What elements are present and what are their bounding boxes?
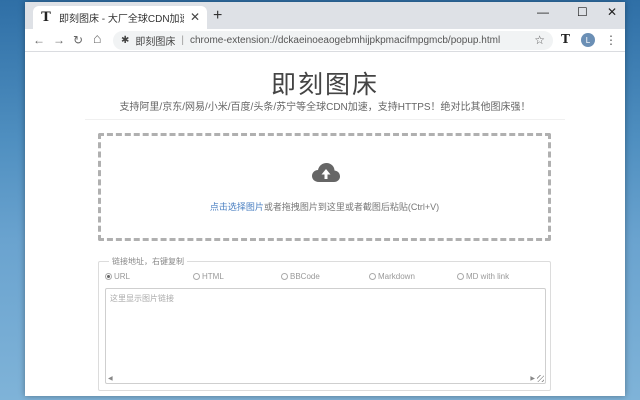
format-radio-bbcode[interactable]: BBCode (281, 272, 320, 281)
links-fieldset: 链接地址，右键复制 URL HTML BBCode Markdown MD wi… (98, 256, 551, 391)
browser-toolbar: ← → ↻ ⌂ ✱ 即刻图床 | chrome-extension://dcka… (25, 29, 625, 52)
address-separator: | (181, 35, 184, 46)
forward-button[interactable]: → (53, 32, 65, 48)
resize-handle-icon[interactable] (537, 375, 544, 382)
upload-hint: 点击选择图片或者拖拽图片到这里或者截图后粘贴(Ctrl+V) (101, 200, 548, 213)
cloud-upload-icon (312, 163, 340, 182)
upload-dropzone[interactable]: 点击选择图片或者拖拽图片到这里或者截图后粘贴(Ctrl+V) (98, 133, 551, 241)
bookmark-star-icon[interactable]: ☆ (534, 33, 545, 47)
back-button[interactable]: ← (33, 32, 45, 48)
tab-close-icon[interactable]: ✕ (190, 10, 200, 24)
browser-window: T 即刻图床 - 大厂全球CDN加速,支 ✕ + — ☐ ✕ ← → ↻ ⌂ ✱… (25, 2, 625, 396)
minimize-button[interactable]: — (537, 5, 549, 19)
page-title: 即刻图床 (270, 71, 379, 99)
select-image-link[interactable]: 点击选择图片 (210, 202, 264, 212)
scroll-left-arrow-icon[interactable]: ◀ (108, 375, 113, 382)
reload-button[interactable]: ↻ (73, 32, 83, 48)
format-radio-label: HTML (202, 272, 224, 281)
title-bar: T 即刻图床 - 大厂全球CDN加速,支 ✕ + — ☐ ✕ (25, 2, 625, 29)
radio-dot[interactable] (369, 273, 376, 280)
format-radio-label: BBCode (290, 272, 320, 281)
popup-content: 即刻图床 支持阿里/京东/网易/小米/百度/头条/苏宁等全球CDN加速，支持HT… (25, 53, 625, 396)
radio-dot[interactable] (281, 273, 288, 280)
format-radio-md-with-link[interactable]: MD with link (457, 272, 509, 281)
divider (85, 119, 565, 120)
radio-dot[interactable] (457, 273, 464, 280)
format-radio-markdown[interactable]: Markdown (369, 272, 415, 281)
format-radio-html[interactable]: HTML (193, 272, 224, 281)
browser-menu-icon[interactable]: ⋮ (605, 32, 617, 48)
page-subtitle: 支持阿里/京东/网易/小米/百度/头条/苏宁等全球CDN加速，支持HTTPS！绝… (119, 102, 531, 113)
upload-hint-text: 或者拖拽图片到这里或者截图后粘贴(Ctrl+V) (263, 202, 440, 212)
browser-tab[interactable]: T 即刻图床 - 大厂全球CDN加速,支 ✕ (33, 6, 207, 29)
tab-favicon-icon: T (41, 10, 51, 25)
format-radio-label: MD with link (466, 272, 510, 281)
format-radio-url[interactable]: URL (105, 272, 130, 281)
new-tab-button[interactable]: + (213, 6, 222, 26)
puzzle-icon: ✱ (121, 35, 130, 46)
address-extension-name: 即刻图床 (135, 37, 176, 48)
maximize-button[interactable]: ☐ (577, 5, 588, 19)
links-textarea[interactable]: 这里显示图片链接 ◀ ▶ (105, 288, 546, 384)
format-radio-label: URL (114, 272, 131, 281)
format-radio-group: URL HTML BBCode Markdown MD with link (105, 272, 545, 284)
home-button[interactable]: ⌂ (93, 30, 101, 46)
tab-title: 即刻图床 - 大厂全球CDN加速,支 (59, 14, 184, 25)
profile-avatar[interactable]: L (581, 33, 595, 47)
window-close-button[interactable]: ✕ (607, 5, 617, 19)
address-bar[interactable]: ✱ 即刻图床 | chrome-extension://dckaeinoeaog… (113, 31, 553, 50)
scroll-right-arrow-icon[interactable]: ▶ (530, 375, 535, 382)
extension-t-icon[interactable]: T (561, 32, 570, 46)
radio-dot[interactable] (105, 273, 112, 280)
format-radio-label: Markdown (378, 272, 415, 281)
links-legend: 链接地址，右键复制 (109, 256, 187, 267)
radio-dot[interactable] (193, 273, 200, 280)
address-url[interactable]: chrome-extension://dckaeinoeaogebmhijpkp… (190, 35, 500, 46)
textarea-placeholder: 这里显示图片链接 (110, 294, 174, 303)
